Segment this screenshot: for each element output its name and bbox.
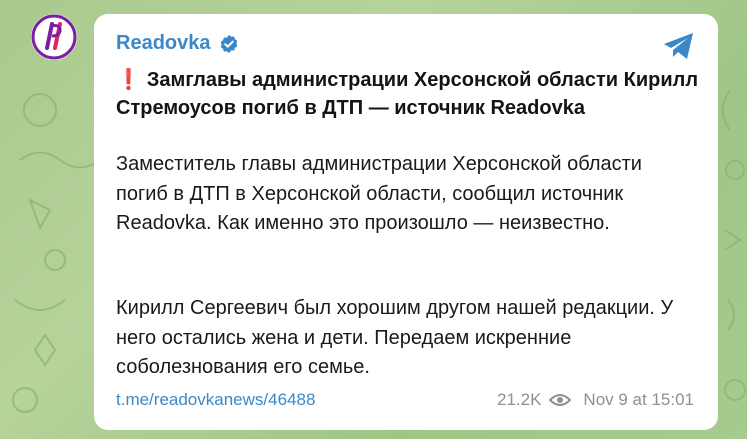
post-meta: 21.2K Nov 9 at 15:01: [497, 390, 694, 410]
timestamp: Nov 9 at 15:01: [583, 390, 694, 409]
eye-icon: [549, 394, 572, 406]
readovka-logo-icon: [31, 14, 77, 60]
post-paragraph-1: Заместитель главы администрации Херсонск…: [116, 153, 642, 234]
view-count: 21.2K: [496, 390, 542, 409]
channel-header: Readovka: [116, 32, 239, 55]
exclamation-icon: ❗: [116, 69, 141, 91]
verified-badge-icon: [220, 34, 237, 53]
channel-avatar[interactable]: [31, 14, 77, 60]
channel-name[interactable]: Readovka: [116, 32, 211, 55]
telegram-share-icon[interactable]: [662, 31, 696, 61]
post-link[interactable]: t.me/readovkanews/46488: [116, 390, 315, 410]
post-paragraph-2: Кирилл Сергеевич был хорошим другом наше…: [116, 297, 674, 378]
message-bubble: Readovka ❗ Замглавы администрации Херсонс…: [94, 14, 718, 430]
headline-text: Замглавы администрации Херсонской област…: [116, 69, 699, 119]
post-headline: ❗ Замглавы администрации Херсонской облас…: [116, 66, 706, 122]
